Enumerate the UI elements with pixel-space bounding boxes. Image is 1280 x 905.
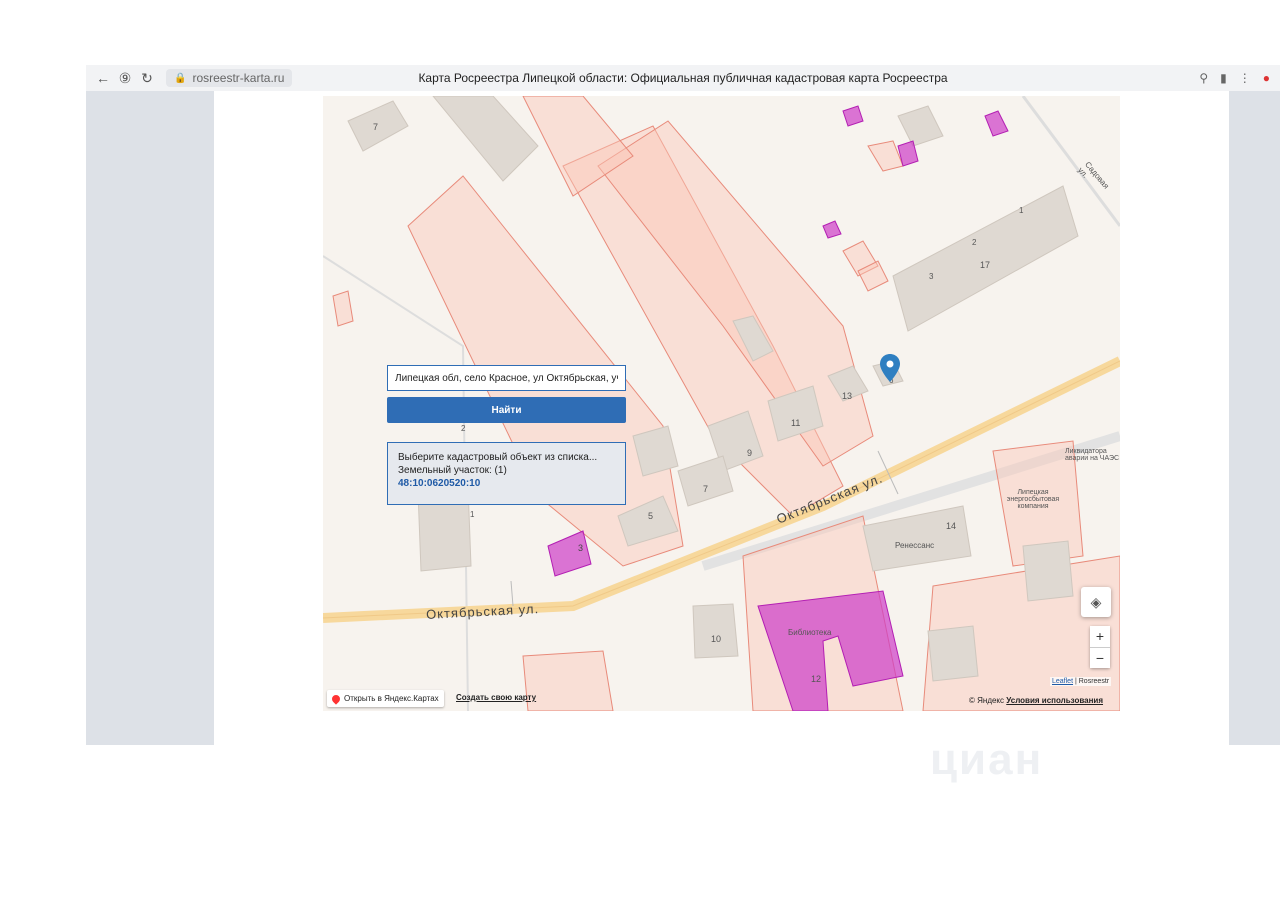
cian-watermark: циан	[930, 735, 1044, 784]
open-in-yandex-label: Открыть в Яндекс.Картах	[344, 694, 439, 703]
house-number: 11	[791, 418, 801, 428]
cadastral-number-link[interactable]: 48:10:0620520:10	[398, 477, 615, 490]
house-number: 1	[1019, 206, 1024, 215]
open-in-yandex-button[interactable]: Открыть в Яндекс.Картах	[327, 690, 444, 707]
bookmark-icon[interactable]: ▮	[1220, 71, 1227, 85]
zoom-control: + −	[1090, 626, 1110, 668]
yandex-browser-icon[interactable]: ⑨	[114, 67, 136, 89]
page-background-right	[1229, 91, 1280, 745]
zoom-in-button[interactable]: +	[1090, 626, 1110, 647]
house-number: 3	[578, 543, 584, 553]
yandex-copyright: © Яндекс Условия использования	[969, 696, 1103, 705]
map-attribution: Leaflet | Rosreestr	[1050, 677, 1112, 686]
house-number: 17	[980, 260, 991, 270]
poi-liquidator: Ликвидатора аварии на ЧАЭС	[1065, 448, 1120, 462]
layers-button[interactable]: ◈	[1081, 587, 1111, 617]
house-number: 1	[470, 510, 475, 519]
location-icon[interactable]: ⚲	[1199, 71, 1208, 85]
house-number: 2	[972, 238, 977, 247]
house-number: 2	[461, 424, 466, 433]
house-number: 7	[373, 122, 379, 132]
zoom-out-button[interactable]: −	[1090, 646, 1110, 668]
house-number: 7	[703, 484, 709, 494]
extension-icon[interactable]: ●	[1263, 71, 1270, 85]
poi-renaissance: Ренессанс	[895, 541, 935, 550]
address-search-input[interactable]	[387, 365, 626, 391]
copyright-text: © Яндекс	[969, 696, 1005, 705]
back-icon[interactable]: ←	[92, 67, 114, 89]
search-result-panel: Выберите кадастровый объект из списка...…	[387, 442, 626, 505]
address-bar[interactable]: 🔒 rosreestr-karta.ru	[166, 69, 293, 87]
rosreestr-attribution: Rosreestr	[1078, 678, 1110, 685]
page-background-left	[86, 91, 214, 745]
location-marker-icon[interactable]	[880, 354, 900, 382]
house-number: 13	[842, 391, 853, 401]
browser-toolbar: ← ⑨ ↻ 🔒 rosreestr-karta.ru Карта Росреес…	[86, 65, 1280, 91]
create-map-link[interactable]: Создать свою карту	[456, 693, 536, 702]
house-number: 14	[946, 521, 957, 531]
house-number: 5	[648, 511, 654, 521]
poi-library: Библиотека	[788, 628, 832, 637]
terms-link[interactable]: Условия использования	[1006, 696, 1103, 705]
house-number: 10	[711, 634, 722, 644]
layers-icon: ◈	[1090, 593, 1102, 610]
reload-icon[interactable]: ↻	[136, 67, 158, 89]
result-type: Земельный участок: (1)	[398, 465, 507, 476]
house-number: 12	[811, 674, 822, 684]
leaflet-link[interactable]: Leaflet	[1052, 678, 1073, 685]
search-button[interactable]: Найти	[387, 397, 626, 423]
house-number: 9	[747, 448, 753, 458]
lock-icon: 🔒	[174, 72, 187, 84]
menu-icon[interactable]: ⋮	[1239, 71, 1251, 85]
browser-actions: ⚲ ▮ ⋮ ●	[1199, 65, 1270, 91]
url-text: rosreestr-karta.ru	[192, 71, 285, 85]
poi-energy-company: Липецкая энергосбытовая компания	[1006, 489, 1060, 510]
yandex-pin-icon	[330, 692, 342, 705]
house-number: 3	[929, 272, 934, 281]
result-prompt: Выберите кадастровый объект из списка...	[398, 452, 598, 463]
